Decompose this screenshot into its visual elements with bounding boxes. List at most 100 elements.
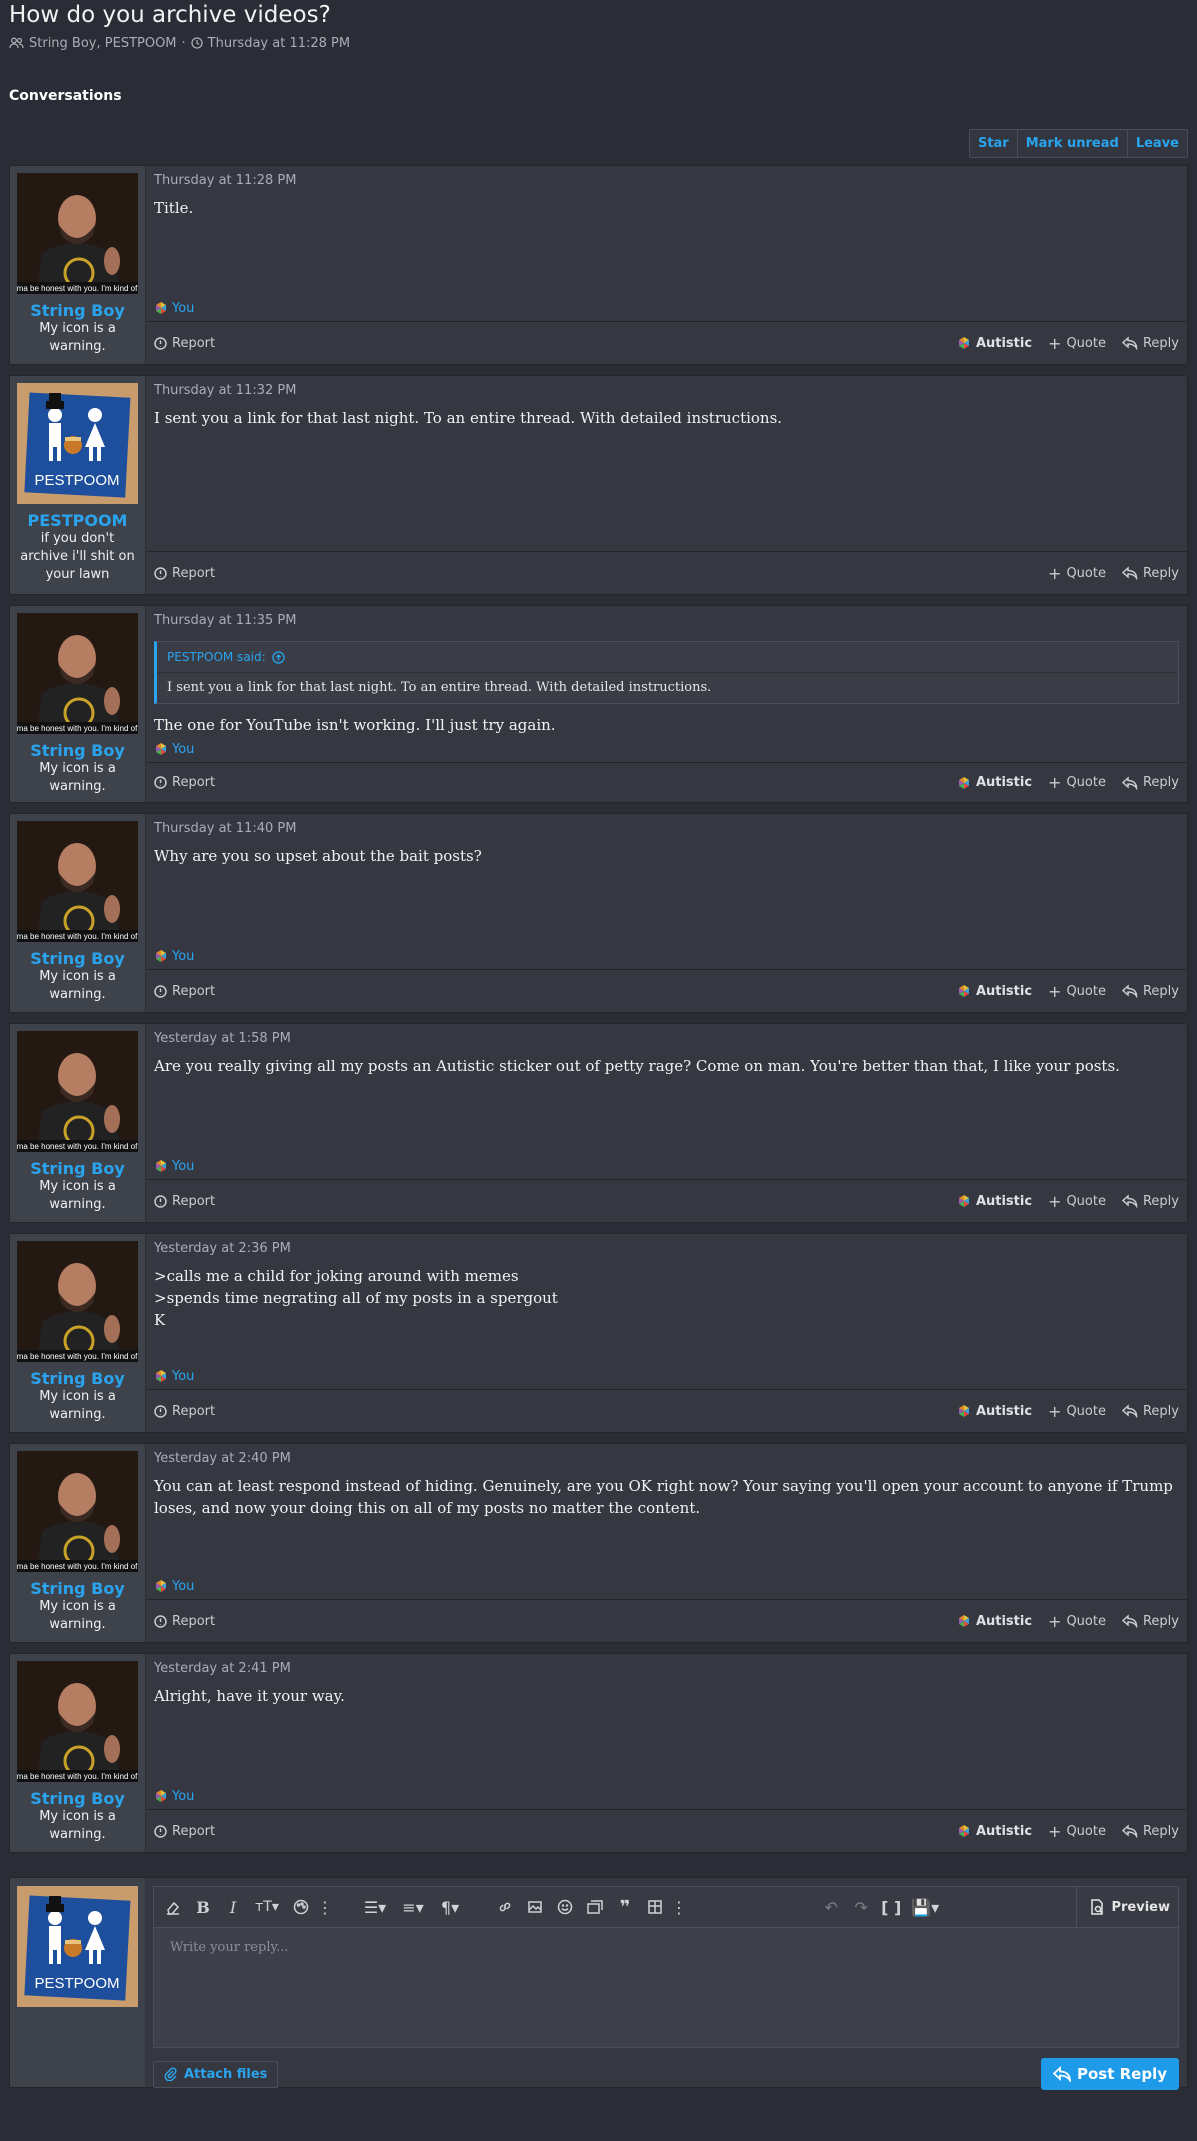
quote-header[interactable]: PESTPOOM said:	[157, 642, 1178, 673]
username[interactable]: PESTPOOM	[10, 511, 145, 530]
message-date[interactable]: Yesterday at 2:40 PM	[154, 1451, 1179, 1469]
quote-icon[interactable]: ❞	[614, 1896, 636, 1918]
list-icon[interactable]: ☰▾	[360, 1896, 390, 1918]
username[interactable]: String Boy	[10, 949, 145, 968]
reactions-bar[interactable]: You	[154, 1579, 194, 1594]
message-date[interactable]: Thursday at 11:35 PM	[154, 613, 1179, 631]
quote-button[interactable]: + Quote	[1048, 564, 1106, 583]
avatar[interactable]: PESTPOOM	[17, 1886, 138, 2007]
reply-button[interactable]: Reply	[1121, 1824, 1179, 1839]
attach-files-button[interactable]: Attach files	[153, 2060, 279, 2088]
mark-unread-button[interactable]: Mark unread	[1016, 130, 1127, 157]
avatar[interactable]: PESTPOOM	[17, 383, 138, 504]
avatar-text: PESTPOOM	[34, 1975, 119, 1992]
reply-button[interactable]: Reply	[1121, 984, 1179, 999]
reaction-button[interactable]: Autistic	[957, 984, 1032, 999]
more-icon[interactable]: ⋮	[317, 1896, 333, 1918]
reply-button[interactable]: Reply	[1121, 336, 1179, 351]
quote-button[interactable]: + Quote	[1048, 1192, 1106, 1211]
username[interactable]: String Boy	[10, 301, 145, 320]
post-reply-button[interactable]: Post Reply	[1041, 2058, 1179, 2090]
link-icon[interactable]	[494, 1896, 516, 1918]
reply-button[interactable]: Reply	[1121, 1194, 1179, 1209]
message-user-cell: ma be honest with you. I'm kind of String…	[10, 1234, 146, 1432]
avatar[interactable]: ma be honest with you. I'm kind of	[17, 1661, 138, 1782]
reply-button[interactable]: Reply	[1121, 1404, 1179, 1419]
username[interactable]: String Boy	[10, 1789, 145, 1808]
undo-icon[interactable]: ↶	[820, 1896, 842, 1918]
message-date[interactable]: Yesterday at 2:36 PM	[154, 1241, 1179, 1259]
message-user-cell: ma be honest with you. I'm kind of String…	[10, 1024, 146, 1222]
reactions-bar[interactable]: You	[154, 1369, 194, 1384]
quote-button[interactable]: + Quote	[1048, 1612, 1106, 1631]
leave-button[interactable]: Leave	[1126, 130, 1187, 157]
avatar[interactable]: ma be honest with you. I'm kind of	[17, 613, 138, 734]
avatar[interactable]: ma be honest with you. I'm kind of	[17, 1031, 138, 1152]
redo-icon[interactable]: ↷	[850, 1896, 872, 1918]
reply-input[interactable]: Write your reply...	[154, 1928, 1178, 1967]
participants[interactable]: String Boy, PESTPOOM	[29, 36, 177, 51]
username[interactable]: String Boy	[10, 741, 145, 760]
eraser-icon[interactable]	[162, 1896, 184, 1918]
report-button[interactable]: Report	[154, 1404, 215, 1419]
reaction-button[interactable]: Autistic	[957, 775, 1032, 790]
username[interactable]: String Boy	[10, 1159, 145, 1178]
quote-button[interactable]: + Quote	[1048, 773, 1106, 792]
reactions-bar[interactable]: You	[154, 949, 194, 964]
quote-button[interactable]: + Quote	[1048, 1822, 1106, 1841]
reactions-bar[interactable]: You	[154, 1159, 194, 1174]
paragraph-icon[interactable]: ¶▾	[436, 1896, 464, 1918]
reaction-button[interactable]: Autistic	[957, 336, 1032, 351]
report-button[interactable]: Report	[154, 984, 215, 999]
message-date[interactable]: Yesterday at 1:58 PM	[154, 1031, 1179, 1049]
report-button[interactable]: Report	[154, 566, 215, 581]
reply-button[interactable]: Reply	[1121, 566, 1179, 581]
avatar[interactable]: ma be honest with you. I'm kind of	[17, 821, 138, 942]
avatar-image: PESTPOOM	[17, 1886, 138, 2007]
reaction-button[interactable]: Autistic	[957, 1824, 1032, 1839]
message-date[interactable]: Yesterday at 2:41 PM	[154, 1661, 1179, 1679]
reply-icon	[1121, 1824, 1138, 1838]
reactions-bar[interactable]: You	[154, 301, 194, 316]
quote-button[interactable]: + Quote	[1048, 334, 1106, 353]
more-insert-icon[interactable]: ⋮	[671, 1896, 687, 1918]
bold-icon[interactable]: B	[192, 1896, 214, 1918]
autistic-reaction-icon	[156, 1370, 166, 1382]
reactions-bar[interactable]: You	[154, 1789, 194, 1804]
report-button[interactable]: Report	[154, 336, 215, 351]
quote-button[interactable]: + Quote	[1048, 1402, 1106, 1421]
star-button[interactable]: Star	[970, 130, 1017, 157]
username[interactable]: String Boy	[10, 1369, 145, 1388]
table-icon[interactable]	[644, 1896, 666, 1918]
reactions-bar[interactable]: You	[154, 742, 194, 757]
palette-icon[interactable]	[290, 1896, 312, 1918]
report-button[interactable]: Report	[154, 1194, 215, 1209]
text-size-icon[interactable]: тТ▾	[252, 1896, 282, 1918]
smiley-icon[interactable]	[554, 1896, 576, 1918]
italic-icon[interactable]: I	[222, 1896, 244, 1918]
reply-button[interactable]: Reply	[1121, 1614, 1179, 1629]
preview-button[interactable]: Preview	[1076, 1887, 1170, 1927]
message-date[interactable]: Thursday at 11:32 PM	[154, 383, 1179, 401]
reaction-button[interactable]: Autistic	[957, 1404, 1032, 1419]
username[interactable]: String Boy	[10, 1579, 145, 1598]
reply-editor[interactable]: B I тТ▾ ⋮ ☰▾ ≡▾ ¶▾ ❞ ⋮ ↶ ↷ [] 💾▾ Previe…	[153, 1886, 1179, 2048]
align-icon[interactable]: ≡▾	[398, 1896, 428, 1918]
bbcode-icon[interactable]: [ ]	[880, 1896, 902, 1918]
reaction-button[interactable]: Autistic	[957, 1194, 1032, 1209]
reaction-button[interactable]: Autistic	[957, 1614, 1032, 1629]
report-button[interactable]: Report	[154, 1614, 215, 1629]
media-icon[interactable]	[584, 1896, 606, 1918]
reply-button[interactable]: Reply	[1121, 775, 1179, 790]
report-button[interactable]: Report	[154, 1824, 215, 1839]
avatar[interactable]: ma be honest with you. I'm kind of	[17, 1451, 138, 1572]
quote-button[interactable]: + Quote	[1048, 982, 1106, 1001]
message-date[interactable]: Thursday at 11:40 PM	[154, 821, 1179, 839]
message-date[interactable]: Thursday at 11:28 PM	[154, 173, 1179, 191]
image-icon[interactable]	[524, 1896, 546, 1918]
avatar[interactable]: ma be honest with you. I'm kind of	[17, 1241, 138, 1362]
reaction-user: You	[172, 1578, 195, 1594]
drafts-icon[interactable]: 💾▾	[910, 1896, 940, 1918]
avatar[interactable]: ma be honest with you. I'm kind of	[17, 173, 138, 294]
report-button[interactable]: Report	[154, 775, 215, 790]
